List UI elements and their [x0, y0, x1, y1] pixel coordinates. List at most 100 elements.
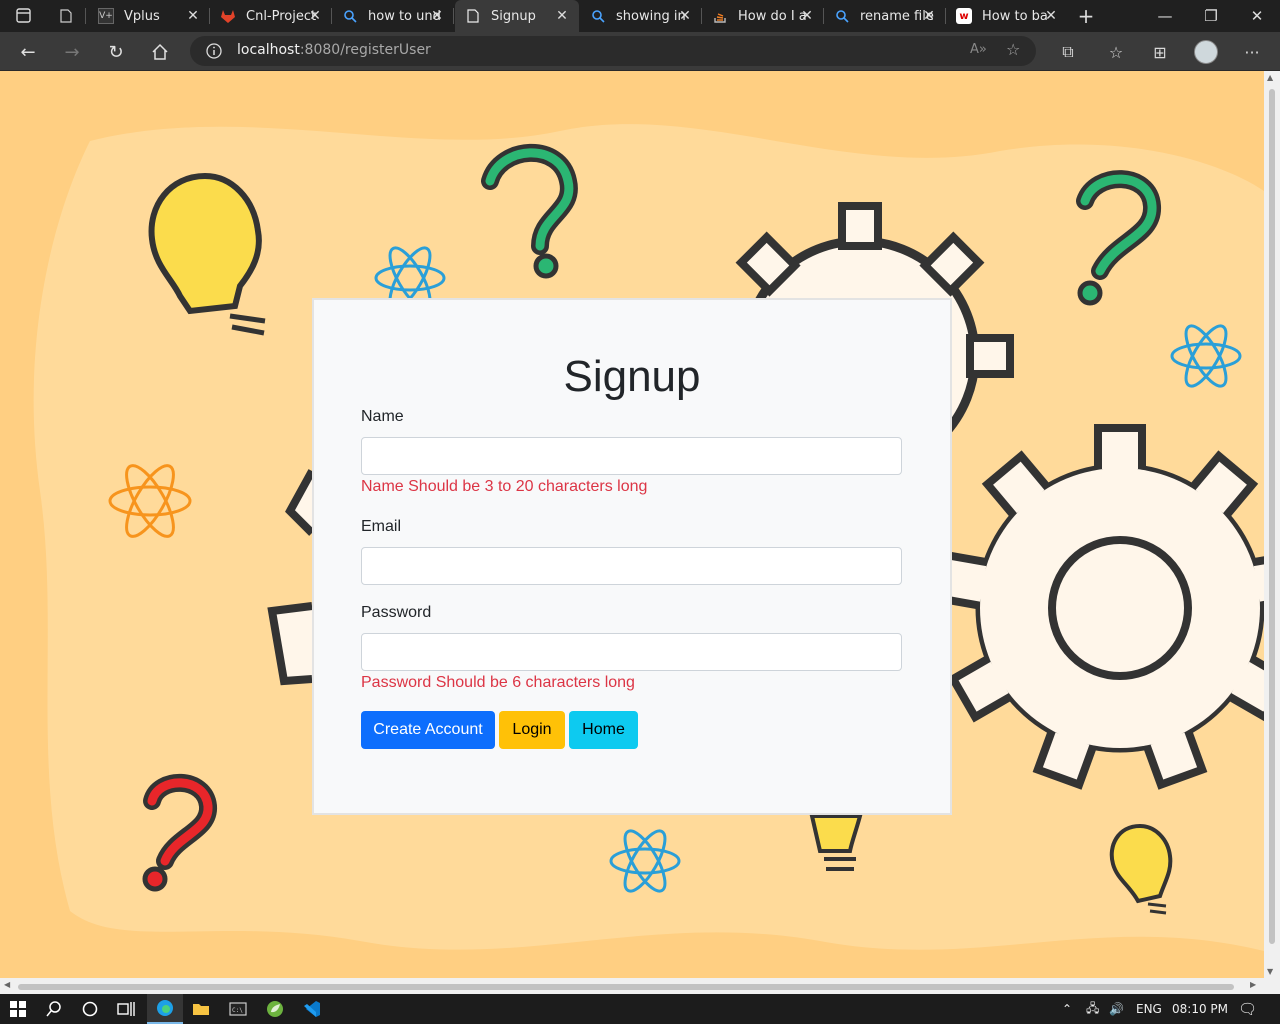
favorites-button[interactable]: ☆: [1100, 36, 1132, 68]
start-button[interactable]: [0, 994, 36, 1024]
tab-actions-icon: [16, 8, 31, 23]
folder-icon: [193, 1004, 209, 1015]
close-icon[interactable]: ✕: [1042, 7, 1060, 25]
home-icon: [152, 43, 168, 60]
read-aloud-icon[interactable]: A»: [970, 42, 987, 57]
arrow-left-icon: ←: [20, 41, 36, 63]
svg-text:C:\: C:\: [232, 1007, 243, 1014]
minimize-icon: —: [1157, 7, 1173, 25]
clock[interactable]: 08:10 PM: [1172, 994, 1228, 1024]
taskbar-search-button[interactable]: [36, 994, 72, 1024]
email-field[interactable]: [361, 547, 902, 585]
profile-button[interactable]: [1190, 36, 1222, 68]
page-icon: [58, 8, 74, 24]
password-error-message: Password Should be 6 characters long: [361, 674, 635, 691]
create-account-button[interactable]: Create Account: [361, 711, 495, 749]
vplus-favicon-icon: V+: [98, 8, 114, 24]
login-button[interactable]: Login: [499, 711, 565, 749]
tab-cnl-project[interactable]: Cnl-Project ✕: [210, 0, 332, 32]
file-explorer-button[interactable]: [183, 994, 219, 1024]
windows-icon: [10, 1001, 26, 1017]
back-button[interactable]: ←: [12, 36, 44, 68]
name-field[interactable]: [361, 437, 902, 475]
home-nav-button[interactable]: [144, 36, 176, 68]
minimize-button[interactable]: —: [1142, 0, 1188, 32]
scroll-right-icon[interactable]: ▶: [1250, 980, 1256, 989]
task-view-button[interactable]: [108, 994, 144, 1024]
search-icon: [590, 8, 606, 24]
refresh-button[interactable]: ↻: [100, 36, 132, 68]
name-label: Name: [361, 408, 404, 425]
arrow-right-icon: →: [64, 41, 80, 63]
url-path: :8080/registerUser: [299, 42, 431, 58]
task-view-icon: [117, 1002, 135, 1016]
vscode-button[interactable]: [294, 994, 330, 1024]
new-tab-button[interactable]: +: [1068, 0, 1104, 32]
volume-icon[interactable]: 🔊: [1109, 994, 1124, 1024]
search-icon: [46, 1001, 61, 1017]
language-indicator[interactable]: ENG: [1136, 994, 1162, 1024]
cortana-button[interactable]: [72, 994, 108, 1024]
taskbar: C:\ ⌃ 🖧 🔊 ENG 08:10 PM 🗨: [0, 994, 1280, 1024]
password-label: Password: [361, 604, 432, 621]
restore-icon: ❐: [1204, 7, 1218, 25]
refresh-icon: ↻: [108, 41, 124, 63]
tab-blank[interactable]: [48, 0, 86, 32]
scroll-down-icon[interactable]: ▼: [1267, 967, 1273, 976]
vscode-icon: [304, 1001, 320, 1017]
tab-rename-file[interactable]: rename file ✕: [824, 0, 946, 32]
scroll-thumb[interactable]: [18, 984, 1234, 990]
puzzle-icon: ⧉: [1062, 42, 1074, 61]
close-icon[interactable]: ✕: [184, 7, 202, 25]
tab-showing-in[interactable]: showing in ✕: [580, 0, 702, 32]
url-host: localhost: [237, 42, 300, 58]
tab-vplus[interactable]: V+ Vplus ✕: [88, 0, 210, 32]
horizontal-scrollbar[interactable]: ◀ ▶: [0, 978, 1280, 994]
collections-icon: ⊞: [1153, 42, 1167, 62]
terminal-icon: C:\: [229, 1002, 247, 1016]
close-icon[interactable]: ✕: [553, 7, 571, 25]
forward-button[interactable]: →: [56, 36, 88, 68]
close-icon[interactable]: ✕: [920, 7, 938, 25]
email-label: Email: [361, 518, 402, 535]
browser-toolbar: ← → ↻ localhost:8080/registerUser A» ☆ ⧉…: [0, 32, 1280, 71]
favorite-star-icon[interactable]: ☆: [1006, 40, 1020, 59]
tab-how-to-und[interactable]: how to und ✕: [332, 0, 454, 32]
collections-button[interactable]: ⊞: [1144, 36, 1176, 68]
tab-signup[interactable]: Signup ✕: [455, 0, 579, 32]
avatar: [1194, 40, 1218, 64]
tab-actions-button[interactable]: [0, 0, 46, 32]
scroll-left-icon[interactable]: ◀: [4, 980, 10, 989]
edge-taskbar-button[interactable]: [147, 994, 183, 1024]
home-button[interactable]: Home: [569, 711, 638, 749]
close-icon[interactable]: ✕: [428, 7, 446, 25]
close-window-button[interactable]: ✕: [1234, 0, 1280, 32]
search-icon: [834, 8, 850, 24]
password-field[interactable]: [361, 633, 902, 671]
restore-button[interactable]: ❐: [1188, 0, 1234, 32]
tab-how-to-ba[interactable]: w How to ba ✕: [946, 0, 1068, 32]
spring-leaf-icon: [267, 1001, 283, 1017]
address-bar[interactable]: localhost:8080/registerUser A» ☆: [190, 36, 1036, 66]
plus-icon: +: [1077, 4, 1095, 28]
extensions-button[interactable]: ⧉: [1052, 36, 1084, 68]
edge-icon: [157, 1000, 173, 1016]
tray-chevron-icon[interactable]: ⌃: [1062, 994, 1072, 1024]
favorites-icon: ☆: [1108, 42, 1124, 62]
name-error-message: Name Should be 3 to 20 characters long: [361, 478, 648, 495]
terminal-button[interactable]: C:\: [220, 994, 256, 1024]
scroll-up-icon[interactable]: ▲: [1267, 73, 1273, 82]
url-text: localhost:8080/registerUser: [237, 42, 431, 58]
notifications-icon[interactable]: 🗨: [1238, 994, 1257, 1024]
tab-how-do-i[interactable]: How do I a ✕: [702, 0, 824, 32]
network-icon[interactable]: 🖧: [1086, 994, 1099, 1024]
vertical-scrollbar[interactable]: ▲ ▼: [1264, 71, 1280, 978]
close-icon[interactable]: ✕: [798, 7, 816, 25]
close-icon[interactable]: ✕: [306, 7, 324, 25]
scroll-thumb[interactable]: [1269, 89, 1275, 944]
page-title: Signup: [563, 352, 701, 401]
settings-menu-button[interactable]: ···: [1236, 36, 1268, 68]
close-icon[interactable]: ✕: [676, 7, 694, 25]
signup-card: Signup Name Name Should be 3 to 20 chara…: [312, 298, 952, 815]
spring-tool-button[interactable]: [257, 994, 293, 1024]
